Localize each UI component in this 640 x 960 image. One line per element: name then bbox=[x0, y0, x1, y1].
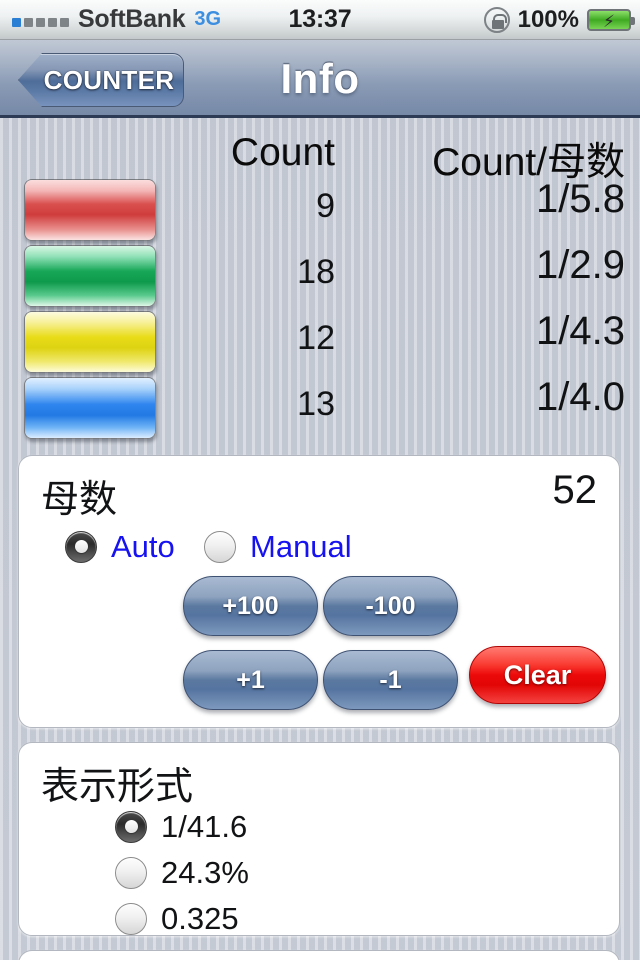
color-swatch-green[interactable] bbox=[24, 245, 156, 307]
radio-mode-auto[interactable]: Auto bbox=[65, 529, 175, 565]
radio-format-fraction[interactable]: 1/41.6 bbox=[115, 809, 247, 845]
table-row[interactable]: 12 1/4.3 bbox=[0, 309, 640, 375]
plus-1-button[interactable]: +1 bbox=[183, 650, 318, 710]
population-value: 52 bbox=[552, 468, 598, 512]
color-swatch-yellow[interactable] bbox=[24, 311, 156, 373]
lightning-bolt-icon: ⚡ bbox=[603, 12, 615, 31]
cell-count: 9 bbox=[316, 187, 335, 225]
minus-1-button[interactable]: -1 bbox=[323, 650, 458, 710]
population-panel: 母数 52 Auto Manual +100 -100 +1 -1 Clear bbox=[18, 455, 620, 728]
radio-button-filled-icon bbox=[65, 531, 97, 563]
radio-mode-auto-label: Auto bbox=[111, 529, 175, 564]
radio-format-percent[interactable]: 24.3% bbox=[115, 855, 249, 891]
radio-format-percent-label: 24.3% bbox=[161, 855, 249, 890]
color-swatch-blue[interactable] bbox=[24, 377, 156, 439]
page-title: Info bbox=[280, 55, 360, 102]
navigation-bar: COUNTER Info bbox=[0, 40, 640, 118]
radio-button-empty-icon bbox=[115, 903, 147, 935]
radio-format-decimal[interactable]: 0.325 bbox=[115, 901, 239, 937]
clear-button[interactable]: Clear bbox=[469, 646, 606, 704]
cell-ratio: 1/4.0 bbox=[536, 375, 625, 419]
cell-count: 18 bbox=[297, 253, 335, 291]
radio-format-fraction-label: 1/41.6 bbox=[161, 809, 248, 844]
population-panel-title: 母数 bbox=[41, 479, 118, 521]
minus-100-button[interactable]: -100 bbox=[323, 576, 458, 636]
rotation-lock-icon bbox=[483, 7, 510, 33]
radio-mode-manual[interactable]: Manual bbox=[204, 529, 352, 565]
radio-button-filled-icon bbox=[115, 811, 147, 843]
counts-table: Count Count/母数 9 1/5.8 18 1/2.9 12 1/4.3… bbox=[0, 121, 640, 451]
status-bar-right: 100% ⚡ bbox=[483, 0, 635, 40]
status-bar: SoftBank 3G 13:37 100% ⚡ bbox=[0, 0, 640, 40]
column-header-count: Count bbox=[230, 131, 335, 174]
battery-charging-icon: ⚡ bbox=[587, 9, 635, 31]
color-swatch-red[interactable] bbox=[24, 179, 156, 241]
display-format-panel-title: 表示形式 bbox=[41, 766, 194, 808]
radio-button-empty-icon bbox=[115, 857, 147, 889]
radio-mode-manual-label: Manual bbox=[250, 529, 352, 564]
table-row[interactable]: 9 1/5.8 bbox=[0, 177, 640, 243]
cell-ratio: 1/2.9 bbox=[536, 243, 625, 287]
table-row[interactable]: 13 1/4.0 bbox=[0, 375, 640, 441]
cell-ratio: 1/4.3 bbox=[536, 309, 625, 353]
cell-ratio: 1/5.8 bbox=[536, 177, 625, 221]
radio-format-decimal-label: 0.325 bbox=[161, 901, 239, 936]
display-format-panel: 表示形式 1/41.6 24.3% 0.325 bbox=[18, 742, 620, 936]
app-screen: SoftBank 3G 13:37 100% ⚡ COUNTER Info Co… bbox=[0, 0, 640, 960]
next-panel-partial bbox=[18, 950, 620, 960]
cell-count: 13 bbox=[297, 385, 335, 423]
radio-button-empty-icon bbox=[204, 531, 236, 563]
cell-count: 12 bbox=[297, 319, 335, 357]
table-row[interactable]: 18 1/2.9 bbox=[0, 243, 640, 309]
battery-percent: 100% bbox=[517, 6, 579, 33]
plus-100-button[interactable]: +100 bbox=[183, 576, 318, 636]
